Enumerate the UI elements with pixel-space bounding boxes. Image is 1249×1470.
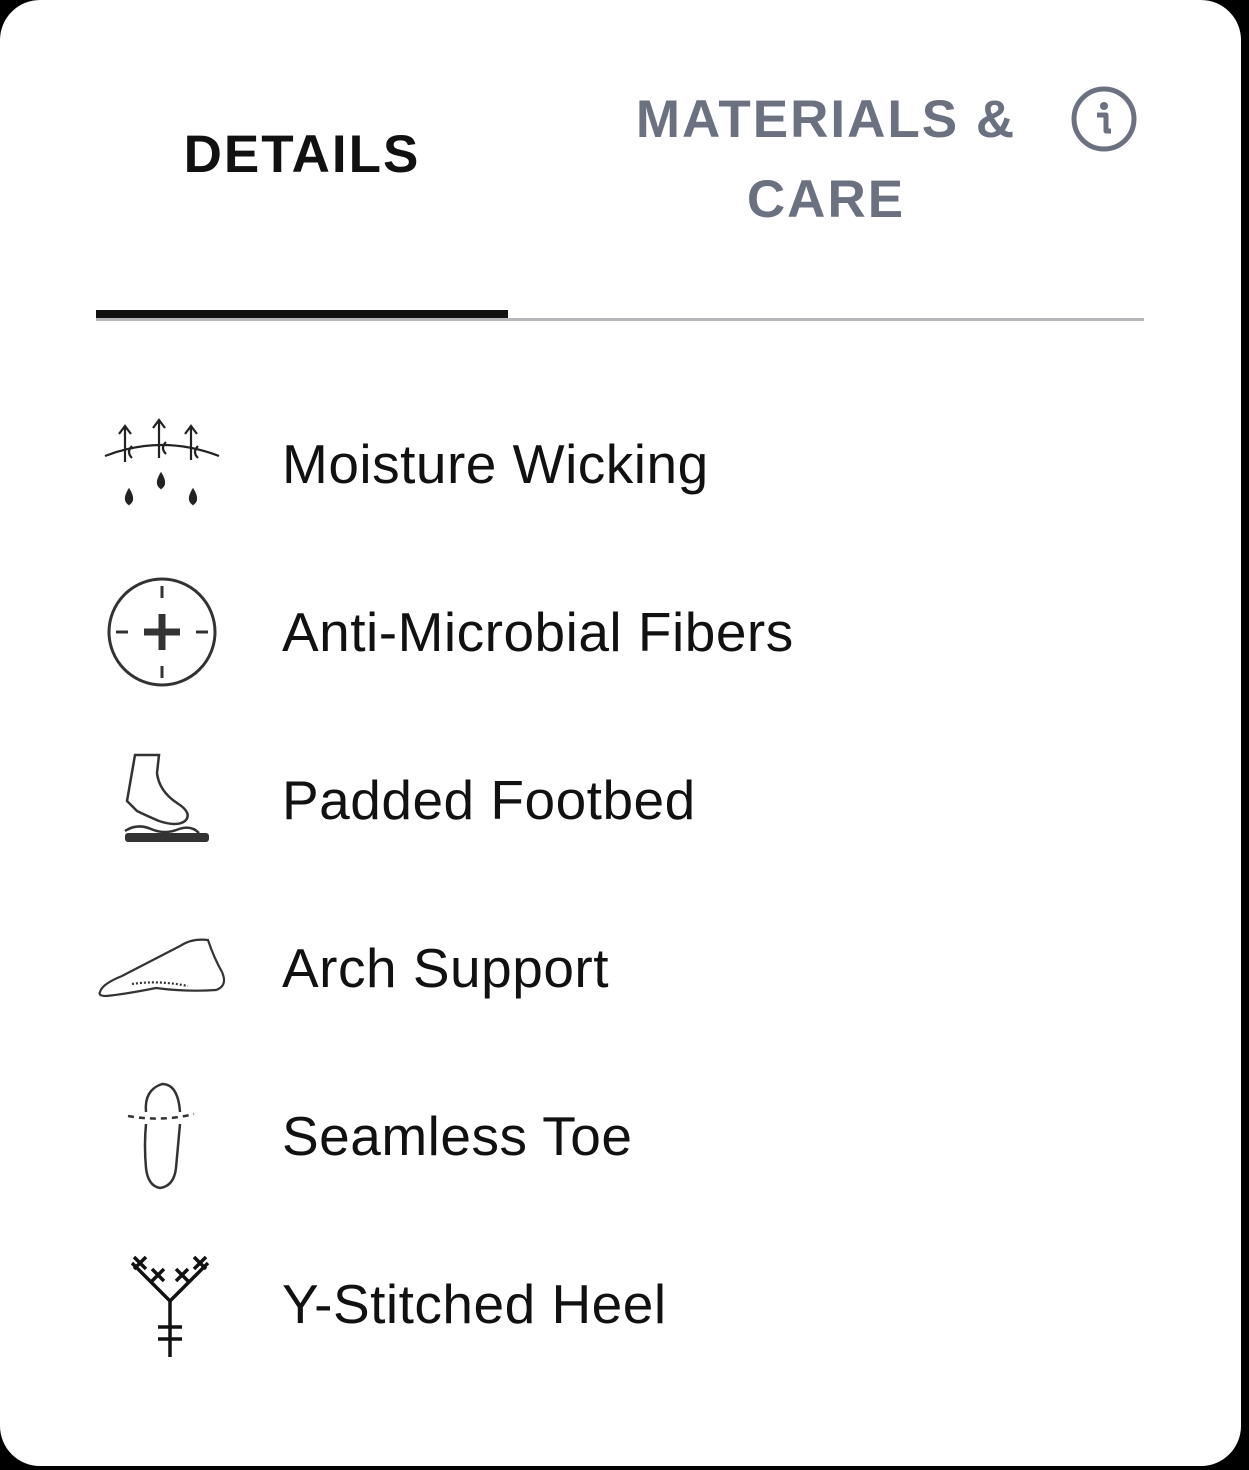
feature-label: Seamless Toe xyxy=(282,1105,633,1167)
feature-label: Arch Support xyxy=(282,937,610,999)
details-card: DETAILS MATERIALS & CARE Moisture Wickin… xyxy=(0,0,1241,1466)
feature-item: Arch Support xyxy=(96,884,1144,1052)
feature-label: Y-Stitched Heel xyxy=(282,1273,667,1335)
seamless-toe-icon xyxy=(96,1070,228,1202)
padded-footbed-icon xyxy=(96,734,228,866)
anti-microbial-icon xyxy=(96,566,228,698)
tab-details[interactable]: DETAILS xyxy=(96,0,508,310)
info-icon[interactable] xyxy=(1070,85,1138,153)
feature-item: Seamless Toe xyxy=(96,1052,1144,1220)
feature-label: Anti-Microbial Fibers xyxy=(282,601,794,663)
feature-item: Anti-Microbial Fibers xyxy=(96,548,1144,716)
arch-support-icon xyxy=(96,902,228,1034)
active-tab-indicator xyxy=(96,310,508,318)
tab-materials-care[interactable]: MATERIALS & CARE xyxy=(508,0,1144,310)
feature-item: Moisture Wicking xyxy=(96,380,1144,548)
tab-bar: DETAILS MATERIALS & CARE xyxy=(96,0,1144,322)
feature-label: Moisture Wicking xyxy=(282,433,709,495)
feature-item: Padded Footbed xyxy=(96,716,1144,884)
feature-label: Padded Footbed xyxy=(282,769,696,831)
tab-materials-care-label: MATERIALS & CARE xyxy=(635,90,1017,229)
feature-item: Y-Stitched Heel xyxy=(96,1220,1144,1388)
tab-divider xyxy=(96,318,1144,321)
tab-details-label: DETAILS xyxy=(183,125,421,184)
moisture-wicking-icon xyxy=(96,398,228,530)
y-stitched-heel-icon xyxy=(96,1238,228,1370)
